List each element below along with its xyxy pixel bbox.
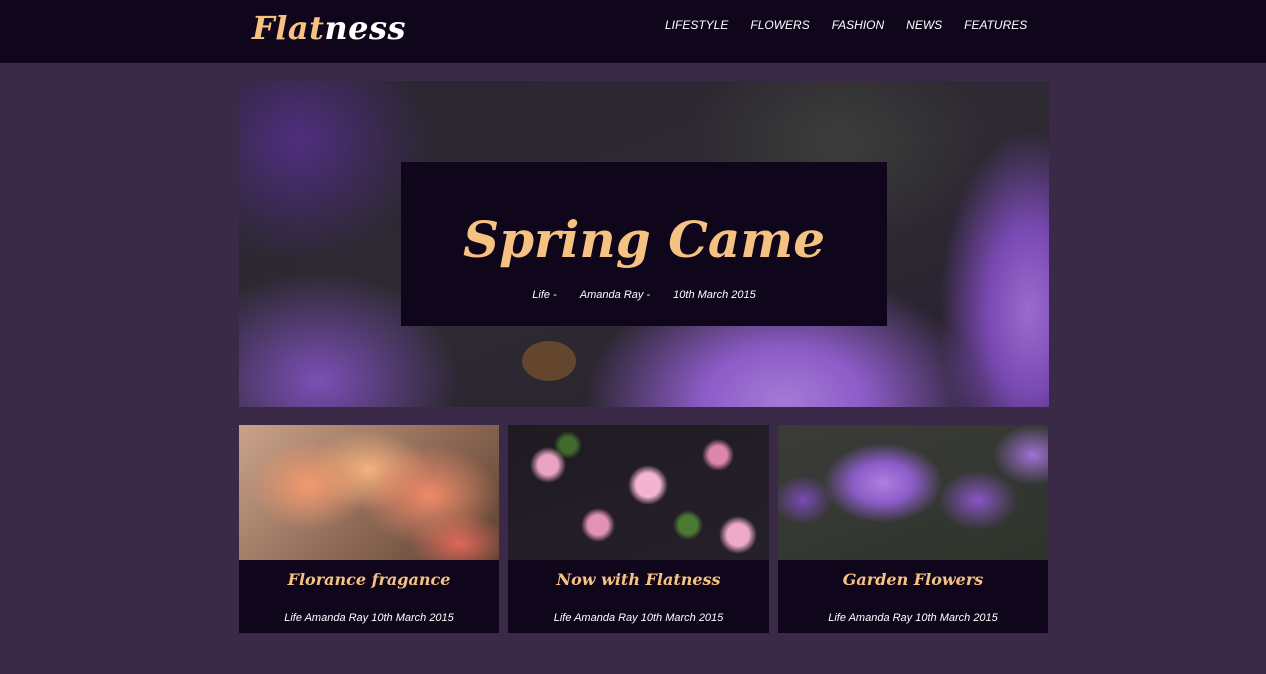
post-card-image[interactable] bbox=[508, 425, 769, 560]
nav-item-flowers[interactable]: FLOWERS bbox=[739, 16, 820, 34]
logo-text-ness: ness bbox=[324, 9, 407, 47]
hero-meta: Life - Amanda Ray - 10th March 2015 bbox=[401, 288, 887, 302]
hero-caption-box: Spring Came Life - Amanda Ray - 10th Mar… bbox=[401, 162, 887, 326]
post-card-image[interactable] bbox=[778, 425, 1048, 560]
post-card-title[interactable]: Garden Flowers bbox=[778, 568, 1048, 592]
nav-item-news[interactable]: NEWS bbox=[895, 16, 953, 34]
post-card-meta: Life Amanda Ray 10th March 2015 bbox=[553, 612, 724, 624]
hero-flower-image bbox=[522, 341, 576, 381]
hero-date: 10th March 2015 bbox=[673, 289, 756, 301]
nav-item-features[interactable]: FEATURES bbox=[953, 16, 1038, 34]
site-logo[interactable]: Flatness bbox=[252, 6, 406, 50]
top-navigation-bar: Flatness LIFESTYLE FLOWERS FASHION NEWS … bbox=[0, 0, 1266, 63]
nav-item-lifestyle[interactable]: LIFESTYLE bbox=[654, 16, 739, 34]
nav-item-fashion[interactable]: FASHION bbox=[821, 16, 895, 34]
hero-category[interactable]: Life - bbox=[532, 289, 556, 301]
post-card-title[interactable]: Now with Flatness bbox=[508, 568, 769, 592]
post-card-meta: Life Amanda Ray 10th March 2015 bbox=[284, 612, 454, 624]
logo-text-flat: Flat bbox=[252, 9, 325, 47]
main-nav: LIFESTYLE FLOWERS FASHION NEWS FEATURES bbox=[654, 16, 1038, 34]
hero-title[interactable]: Spring Came bbox=[401, 210, 887, 270]
post-card-image[interactable] bbox=[239, 425, 499, 560]
post-card-title[interactable]: Florance fragance bbox=[239, 568, 499, 592]
hero-author[interactable]: Amanda Ray - bbox=[580, 289, 650, 301]
post-card[interactable]: Florance fragance Life Amanda Ray 10th M… bbox=[239, 425, 499, 633]
post-card-meta: Life Amanda Ray 10th March 2015 bbox=[828, 612, 998, 624]
post-card[interactable]: Now with Flatness Life Amanda Ray 10th M… bbox=[508, 425, 769, 633]
hero-banner[interactable]: Spring Came Life - Amanda Ray - 10th Mar… bbox=[239, 81, 1049, 407]
post-card[interactable]: Garden Flowers Life Amanda Ray 10th Marc… bbox=[778, 425, 1048, 633]
